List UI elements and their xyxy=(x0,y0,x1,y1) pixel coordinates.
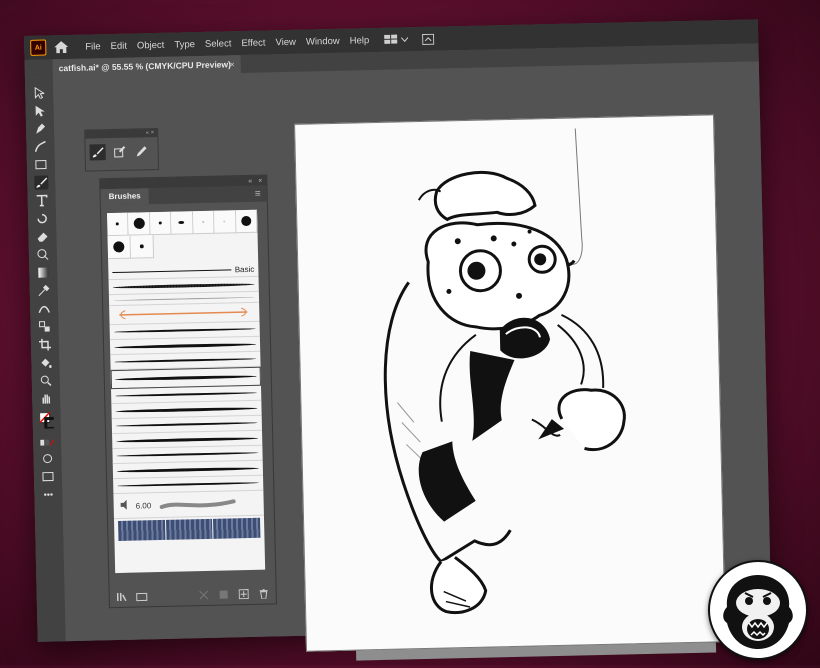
brush-libraries-icon[interactable] xyxy=(116,592,128,602)
brush-swatch[interactable] xyxy=(128,212,151,236)
illustrator-window: Ai File Edit Object Type Select Effect V… xyxy=(24,19,772,661)
live-paint-tool-icon[interactable] xyxy=(38,355,52,369)
more-tools-icon[interactable]: ••• xyxy=(41,487,55,501)
menu-view[interactable]: View xyxy=(270,36,301,48)
brush-swatch[interactable] xyxy=(107,235,132,260)
libraries-panel-icon[interactable] xyxy=(136,591,148,602)
gradient-tool-icon[interactable] xyxy=(36,265,50,279)
paintbrush-tool-icon[interactable] xyxy=(34,175,49,190)
shape-builder-tool-icon[interactable] xyxy=(36,247,50,261)
home-icon[interactable] xyxy=(52,39,70,55)
catfish-illustration xyxy=(383,128,626,614)
rectangle-tool-icon[interactable] xyxy=(34,157,48,171)
fill-stroke-swatches[interactable] xyxy=(39,412,54,429)
width-tool-icon[interactable] xyxy=(37,301,51,315)
arrange-documents-icon[interactable] xyxy=(384,34,409,45)
panel-menu-icon[interactable]: ≡ xyxy=(255,188,261,199)
menu-object[interactable]: Object xyxy=(132,39,170,51)
brush-swatch[interactable] xyxy=(149,211,172,236)
color-mode-icons[interactable] xyxy=(40,435,55,449)
brush-swatch[interactable] xyxy=(214,210,237,234)
delete-brush-icon[interactable] xyxy=(258,589,270,599)
brush-options-icon[interactable] xyxy=(218,589,230,599)
speaker-icon xyxy=(120,499,130,512)
tab-brushes[interactable]: Brushes xyxy=(100,188,149,206)
pattern-brush-row[interactable] xyxy=(114,516,265,543)
zoom-tool-icon[interactable] xyxy=(39,373,53,387)
brush-size-value: 6.00 xyxy=(135,500,152,511)
draw-mode-icon[interactable] xyxy=(40,451,54,465)
menu-window[interactable]: Window xyxy=(301,35,345,47)
brush-swatch[interactable] xyxy=(171,211,194,235)
menu-select[interactable]: Select xyxy=(200,38,237,50)
panel-footer xyxy=(110,583,276,607)
canvas-area[interactable]: « × «× Brushes ≡ Basic 6.00 xyxy=(52,61,772,661)
document-title: catfish.ai* @ 55.55 % (CMYK/CPU Preview) xyxy=(58,59,232,74)
eyedropper-tool-icon[interactable] xyxy=(37,283,51,297)
share-icon[interactable] xyxy=(422,33,435,45)
brush-swatch[interactable] xyxy=(235,209,258,234)
new-brush-icon[interactable] xyxy=(238,589,250,600)
blend-tool-icon[interactable] xyxy=(37,319,51,333)
screen-mode-icon[interactable] xyxy=(41,469,55,483)
brush-options-panel: « × xyxy=(84,127,160,172)
brush-library: Basic 6.00 xyxy=(107,209,266,574)
menu-edit[interactable]: Edit xyxy=(105,40,132,52)
rotate-tool-icon[interactable] xyxy=(35,211,49,225)
menu-type[interactable]: Type xyxy=(169,39,200,51)
eraser-tool-icon[interactable] xyxy=(35,229,49,243)
basic-brush-label: Basic xyxy=(231,264,255,274)
type-tool-icon[interactable] xyxy=(35,193,49,207)
app-logo: Ai xyxy=(30,39,47,56)
menu-effect[interactable]: Effect xyxy=(236,37,270,49)
selection-tool-icon[interactable] xyxy=(32,86,46,100)
curvature-tool-icon[interactable] xyxy=(33,139,47,153)
brush-swatch[interactable] xyxy=(130,235,155,259)
brush-swatch[interactable] xyxy=(192,210,215,235)
close-tab-button[interactable]: × xyxy=(230,59,235,69)
menu-file[interactable]: File xyxy=(80,41,106,53)
brush-swatch[interactable] xyxy=(107,212,129,237)
brushes-panel: «× Brushes ≡ Basic 6.00 xyxy=(99,174,277,609)
blob-brush-icon[interactable] xyxy=(111,144,127,160)
hand-tool-icon[interactable] xyxy=(39,391,53,405)
pen-tool-icon[interactable] xyxy=(33,122,47,136)
menu-help[interactable]: Help xyxy=(345,35,375,47)
remove-stroke-icon[interactable] xyxy=(198,590,210,600)
bristle-brush-row[interactable]: 6.00 xyxy=(113,490,264,520)
brush-icon[interactable] xyxy=(89,144,106,161)
monkey-logo-stamp xyxy=(708,560,808,660)
pencil-icon[interactable] xyxy=(133,143,149,159)
crop-tool-icon[interactable] xyxy=(38,337,52,351)
artboard[interactable] xyxy=(294,114,726,652)
direct-selection-tool-icon[interactable] xyxy=(33,104,47,118)
